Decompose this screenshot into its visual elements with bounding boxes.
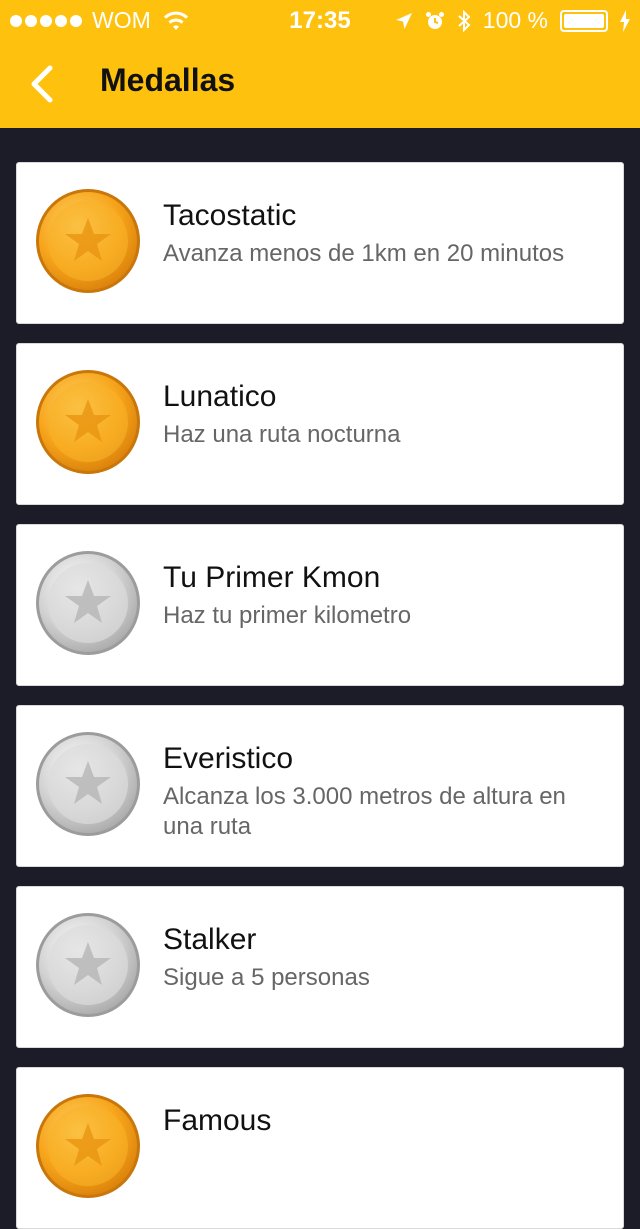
medal-description: Haz una ruta nocturna xyxy=(163,421,401,448)
medal-name: Famous xyxy=(163,1104,272,1137)
bluetooth-icon xyxy=(458,9,471,32)
medal-name: Tacostatic xyxy=(163,199,297,232)
back-button[interactable] xyxy=(28,64,58,104)
medal-name: Everistico xyxy=(163,742,294,775)
medal-card[interactable]: Tu Primer Kmon Haz tu primer kilometro xyxy=(16,524,624,686)
silver-medal-icon xyxy=(35,550,141,656)
silver-medal-icon xyxy=(35,912,141,1018)
nav-bar: Medallas xyxy=(0,40,640,128)
medal-card[interactable]: Lunatico Haz una ruta nocturna xyxy=(16,343,624,505)
location-arrow-icon xyxy=(395,12,412,29)
header-bar: WOM 17:35 100 % Medallas xyxy=(0,0,640,128)
gold-medal-icon xyxy=(35,1093,141,1199)
charging-icon xyxy=(620,9,630,32)
silver-medal-icon xyxy=(35,731,141,837)
medal-card[interactable]: Stalker Sigue a 5 personas xyxy=(16,886,624,1048)
medal-name: Stalker xyxy=(163,923,257,956)
medal-description: Sigue a 5 personas xyxy=(163,964,370,991)
gold-medal-icon xyxy=(35,188,141,294)
medal-description: Avanza menos de 1km en 20 minutos xyxy=(163,240,565,267)
alarm-icon xyxy=(425,11,444,29)
page-title: Medallas xyxy=(100,62,236,98)
medal-card[interactable]: Tacostatic Avanza menos de 1km en 20 min… xyxy=(16,162,624,324)
battery-icon xyxy=(560,9,608,32)
medal-description: Alcanza los 3.000 metros de altura en un… xyxy=(163,783,566,840)
medal-card[interactable]: Everistico Alcanza los 3.000 metros de a… xyxy=(16,705,624,867)
battery-percentage: 100 % xyxy=(482,7,548,33)
medal-card[interactable]: Famous xyxy=(16,1067,624,1229)
gold-medal-icon xyxy=(35,369,141,475)
medal-name: Tu Primer Kmon xyxy=(163,561,381,594)
status-bar: WOM 17:35 100 % xyxy=(0,0,640,40)
medal-description: Haz tu primer kilometro xyxy=(163,602,412,629)
medal-name: Lunatico xyxy=(163,380,277,413)
